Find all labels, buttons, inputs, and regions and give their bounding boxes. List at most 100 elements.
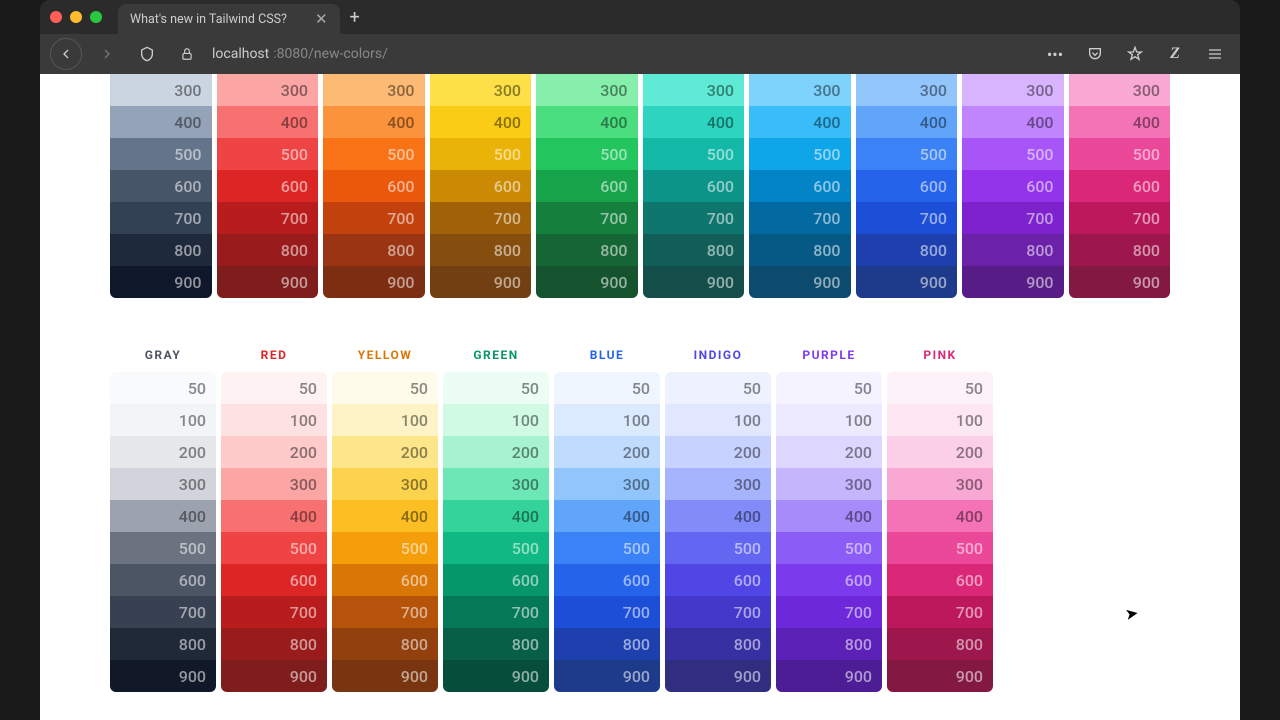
color-swatch[interactable]: 400 <box>536 106 638 138</box>
color-swatch[interactable]: 500 <box>536 138 638 170</box>
color-swatch[interactable]: 400 <box>323 106 425 138</box>
color-swatch[interactable]: 800 <box>776 628 882 660</box>
color-swatch[interactable]: 400 <box>665 500 771 532</box>
color-swatch[interactable]: 400 <box>443 500 549 532</box>
color-swatch[interactable]: 700 <box>430 202 532 234</box>
color-swatch[interactable]: 600 <box>536 170 638 202</box>
new-tab-button[interactable]: + <box>350 7 360 28</box>
color-swatch[interactable]: 700 <box>1069 202 1171 234</box>
color-swatch[interactable]: 600 <box>1069 170 1171 202</box>
color-swatch[interactable]: 600 <box>221 564 327 596</box>
color-swatch[interactable]: 700 <box>332 596 438 628</box>
color-swatch[interactable]: 300 <box>887 468 993 500</box>
color-swatch[interactable]: 500 <box>443 532 549 564</box>
forward-button[interactable] <box>92 39 122 69</box>
lock-icon[interactable] <box>172 39 202 69</box>
color-swatch[interactable]: 900 <box>749 266 851 298</box>
color-swatch[interactable]: 700 <box>443 596 549 628</box>
color-swatch[interactable]: 600 <box>332 564 438 596</box>
maximize-window-icon[interactable] <box>90 11 102 23</box>
color-swatch[interactable]: 900 <box>536 266 638 298</box>
color-swatch[interactable]: 800 <box>332 628 438 660</box>
color-swatch[interactable]: 400 <box>749 106 851 138</box>
more-icon[interactable]: ••• <box>1040 39 1070 69</box>
color-swatch[interactable]: 100 <box>110 404 216 436</box>
color-swatch[interactable]: 200 <box>665 436 771 468</box>
color-swatch[interactable]: 200 <box>887 436 993 468</box>
color-swatch[interactable]: 600 <box>430 170 532 202</box>
color-swatch[interactable]: 900 <box>221 660 327 692</box>
color-swatch[interactable]: 500 <box>221 532 327 564</box>
color-swatch[interactable]: 600 <box>110 564 216 596</box>
color-swatch[interactable]: 100 <box>332 404 438 436</box>
color-swatch[interactable]: 200 <box>221 436 327 468</box>
color-swatch[interactable]: 800 <box>665 628 771 660</box>
color-swatch[interactable]: 800 <box>749 234 851 266</box>
color-swatch[interactable]: 300 <box>443 468 549 500</box>
color-swatch[interactable]: 500 <box>856 138 958 170</box>
color-swatch[interactable]: 300 <box>749 74 851 106</box>
color-swatch[interactable]: 800 <box>1069 234 1171 266</box>
color-swatch[interactable]: 500 <box>430 138 532 170</box>
color-swatch[interactable]: 400 <box>856 106 958 138</box>
color-swatch[interactable]: 600 <box>962 170 1064 202</box>
color-swatch[interactable]: 600 <box>776 564 882 596</box>
color-swatch[interactable]: 400 <box>221 500 327 532</box>
color-swatch[interactable]: 800 <box>443 628 549 660</box>
color-swatch[interactable]: 500 <box>887 532 993 564</box>
color-swatch[interactable]: 800 <box>323 234 425 266</box>
color-swatch[interactable]: 100 <box>665 404 771 436</box>
color-swatch[interactable]: 900 <box>643 266 745 298</box>
color-swatch[interactable]: 900 <box>430 266 532 298</box>
color-swatch[interactable]: 300 <box>554 468 660 500</box>
color-swatch[interactable]: 300 <box>856 74 958 106</box>
close-tab-icon[interactable]: ✕ <box>315 10 328 28</box>
color-swatch[interactable]: 200 <box>443 436 549 468</box>
color-swatch[interactable]: 800 <box>962 234 1064 266</box>
color-swatch[interactable]: 100 <box>443 404 549 436</box>
color-swatch[interactable]: 600 <box>110 170 212 202</box>
color-swatch[interactable]: 400 <box>643 106 745 138</box>
color-swatch[interactable]: 600 <box>749 170 851 202</box>
color-swatch[interactable]: 300 <box>1069 74 1171 106</box>
color-swatch[interactable]: 50 <box>887 372 993 404</box>
extension-icon[interactable]: Z <box>1160 39 1190 69</box>
color-swatch[interactable]: 400 <box>776 500 882 532</box>
color-swatch[interactable]: 300 <box>776 468 882 500</box>
color-swatch[interactable]: 50 <box>665 372 771 404</box>
menu-icon[interactable] <box>1200 39 1230 69</box>
color-swatch[interactable]: 600 <box>554 564 660 596</box>
color-swatch[interactable]: 600 <box>643 170 745 202</box>
color-swatch[interactable]: 900 <box>110 266 212 298</box>
color-swatch[interactable]: 900 <box>776 660 882 692</box>
color-swatch[interactable]: 900 <box>217 266 319 298</box>
color-swatch[interactable]: 900 <box>332 660 438 692</box>
color-swatch[interactable]: 200 <box>554 436 660 468</box>
color-swatch[interactable]: 300 <box>536 74 638 106</box>
color-swatch[interactable]: 900 <box>443 660 549 692</box>
color-swatch[interactable]: 400 <box>962 106 1064 138</box>
color-swatch[interactable]: 700 <box>323 202 425 234</box>
color-swatch[interactable]: 500 <box>110 138 212 170</box>
color-swatch[interactable]: 800 <box>110 628 216 660</box>
color-swatch[interactable]: 400 <box>110 106 212 138</box>
color-swatch[interactable]: 200 <box>776 436 882 468</box>
color-swatch[interactable]: 100 <box>776 404 882 436</box>
color-swatch[interactable]: 900 <box>110 660 216 692</box>
close-window-icon[interactable] <box>50 11 62 23</box>
color-swatch[interactable]: 800 <box>217 234 319 266</box>
browser-tab[interactable]: What's new in Tailwind CSS? ✕ <box>118 4 340 34</box>
color-swatch[interactable]: 500 <box>776 532 882 564</box>
color-swatch[interactable]: 700 <box>643 202 745 234</box>
color-swatch[interactable]: 500 <box>217 138 319 170</box>
shield-icon[interactable] <box>132 39 162 69</box>
color-swatch[interactable]: 300 <box>665 468 771 500</box>
color-swatch[interactable]: 500 <box>323 138 425 170</box>
color-swatch[interactable]: 300 <box>643 74 745 106</box>
color-swatch[interactable]: 400 <box>217 106 319 138</box>
color-swatch[interactable]: 800 <box>856 234 958 266</box>
color-swatch[interactable]: 700 <box>554 596 660 628</box>
color-swatch[interactable]: 300 <box>221 468 327 500</box>
color-swatch[interactable]: 100 <box>554 404 660 436</box>
color-swatch[interactable]: 800 <box>643 234 745 266</box>
